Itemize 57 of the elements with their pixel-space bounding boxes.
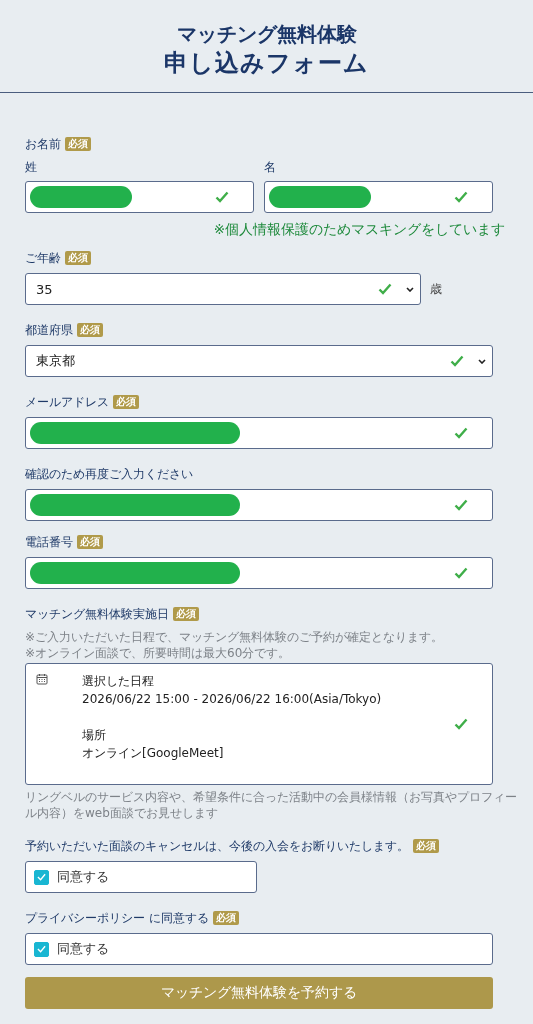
field-label: 姓	[25, 159, 38, 175]
required-badge: 必須	[413, 839, 439, 853]
hint-text: リングベルのサービス内容や、希望条件に合った活動中の会員様情報（お写真やプロフィール内容）をweb面談でお見せします	[25, 789, 518, 821]
check-icon	[37, 873, 46, 881]
checkbox[interactable]	[34, 941, 49, 957]
check-icon	[450, 355, 464, 367]
check-icon	[454, 499, 468, 511]
schedule-text: オンライン[GoogleMeet]	[82, 745, 225, 762]
masking-note: ※個人情報保護のためマスキングをしています	[213, 221, 505, 239]
hint-text: ※オンライン面談で、所要時間は最大60分です。	[25, 645, 292, 661]
field-label: マッチング無料体験実施日	[25, 605, 169, 623]
required-badge: 必須	[77, 323, 103, 337]
text-field[interactable]	[25, 417, 493, 449]
field-label: メールアドレス	[25, 393, 109, 411]
text-field[interactable]	[264, 181, 493, 213]
field-label: 都道府県	[25, 321, 73, 339]
checkbox-field[interactable]: 同意する	[25, 861, 257, 893]
text-field[interactable]	[25, 181, 254, 213]
field-label: 名	[264, 159, 277, 175]
check-icon	[454, 427, 468, 439]
select-field[interactable]: 35	[25, 273, 421, 305]
check-icon	[454, 567, 468, 579]
field-label: プライバシーポリシー に同意する	[25, 909, 209, 927]
schedule-text: 2026/06/22 15:00 - 2026/06/22 16:00(Asia/Tokyo)	[82, 691, 382, 708]
required-badge: 必須	[65, 137, 91, 151]
caret-icon	[478, 358, 486, 364]
check-icon	[454, 191, 468, 203]
schedule-text: 選択した日程	[82, 673, 155, 690]
checkbox-field[interactable]: 同意する	[25, 933, 493, 965]
hint-text: ※ご入力いただいた日程で、マッチング無料体験のご予約が確定となります。	[25, 629, 445, 645]
check-icon	[215, 191, 229, 203]
page-title: 申し込みフォーム	[164, 48, 369, 78]
field-label: 確認のため再度ご入力ください	[25, 465, 193, 483]
required-badge: 必須	[173, 607, 199, 621]
required-badge: 必須	[212, 911, 239, 925]
checkbox-label: 同意する	[57, 940, 109, 958]
text-field[interactable]	[25, 557, 493, 589]
page-title: マッチング無料体験	[176, 21, 357, 48]
checkbox-label: 同意する	[57, 868, 109, 886]
check-icon	[378, 283, 392, 295]
unit-label: 歳	[430, 280, 442, 298]
calendar-icon	[36, 673, 48, 685]
check-icon	[37, 945, 46, 953]
field-label: 予約いただいた面談のキャンセルは、今後の入会をお断りいたします。	[25, 837, 409, 855]
text-field[interactable]	[25, 489, 493, 521]
field-label: 電話番号	[25, 533, 73, 551]
caret-icon	[406, 286, 414, 292]
field-label: お名前	[25, 135, 61, 153]
field-label: ご年齢	[25, 249, 61, 267]
select-field[interactable]: 東京都	[25, 345, 493, 377]
required-badge: 必須	[65, 251, 91, 265]
check-icon	[454, 718, 468, 730]
required-badge: 必須	[77, 535, 103, 549]
required-badge: 必須	[113, 395, 139, 409]
schedule-text: 場所	[82, 727, 107, 744]
checkbox[interactable]	[34, 869, 49, 885]
schedule-field[interactable]: 選択した日程 2026/06/22 15:00 - 2026/06/22 16:00(Asia/Tokyo) 場所 オンライン[GoogleMeet]	[25, 663, 493, 785]
